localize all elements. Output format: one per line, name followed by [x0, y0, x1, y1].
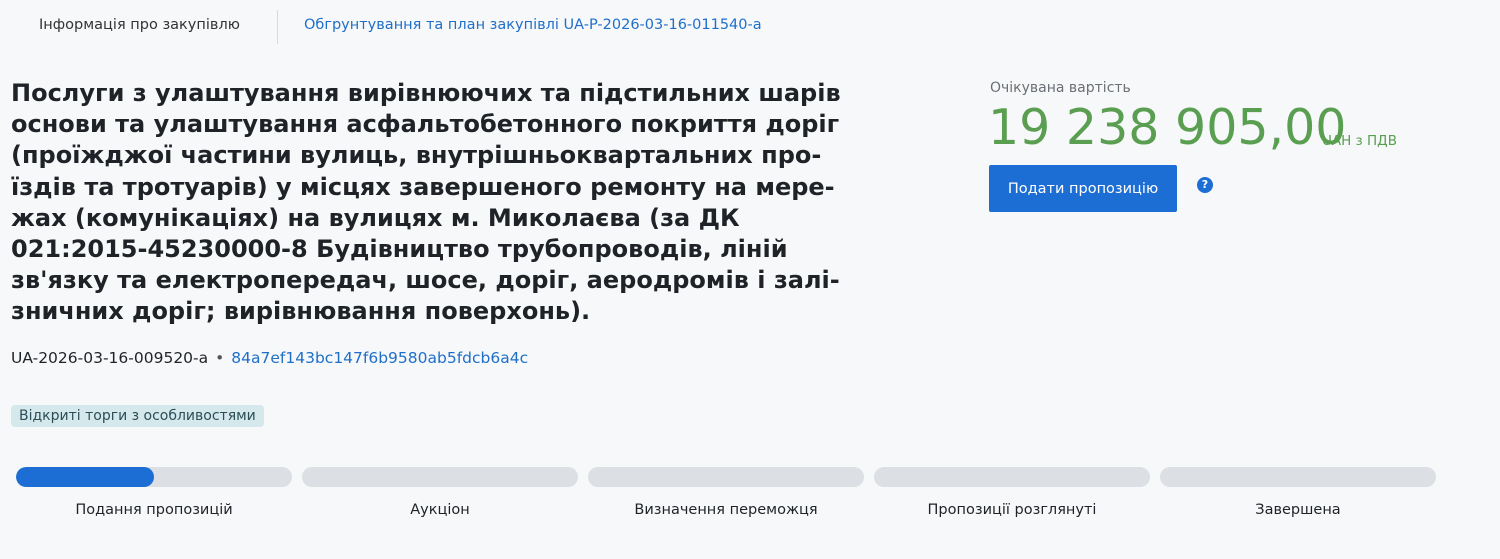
id-separator: •: [215, 349, 225, 367]
procedure-type-badge: Відкриті торги з особливостями: [11, 405, 264, 427]
submit-offer-button[interactable]: Подати пропозицію: [989, 165, 1177, 212]
tender-hash-link[interactable]: 84a7ef143bc147f6b9580ab5fdcb6a4c: [231, 349, 528, 367]
tab-plan-link[interactable]: Обгрунтування та план закупівлі UA-P-202…: [304, 17, 762, 33]
tender-identifiers: UA-2026-03-16-009520-a • 84a7ef143bc147f6b…: [11, 349, 528, 367]
stage-progress-track: [588, 467, 864, 487]
stage-label: Подання пропозицій: [75, 502, 233, 518]
expected-value-currency: UAH з ПДВ: [1322, 133, 1397, 149]
tab-divider: [277, 10, 278, 44]
tabs-bar: Інформація про закупівлю Обгрунтування т…: [0, 0, 1500, 56]
expected-value-amount: 19 238 905,00: [988, 99, 1347, 156]
help-icon[interactable]: ?: [1197, 177, 1213, 193]
stage-label: Визначення переможця: [634, 502, 818, 518]
stage-progress-track: [302, 467, 578, 487]
stage-label: Пропозиції розглянуті: [927, 502, 1097, 518]
stage-progress-fill: [16, 467, 154, 487]
expected-value-label: Очікувана вартість: [990, 80, 1131, 96]
tab-procurement-info[interactable]: Інформація про закупівлю: [39, 17, 240, 33]
stage-progress-track: [16, 467, 292, 487]
tender-title: Послуги з улаштування вирівнюючих та під…: [11, 79, 841, 326]
stage-label: Завершена: [1255, 502, 1341, 518]
stage-label: Аукціон: [410, 502, 470, 518]
stage-progress-track: [1160, 467, 1436, 487]
tender-id: UA-2026-03-16-009520-a: [11, 349, 209, 367]
stage-progress-track: [874, 467, 1150, 487]
